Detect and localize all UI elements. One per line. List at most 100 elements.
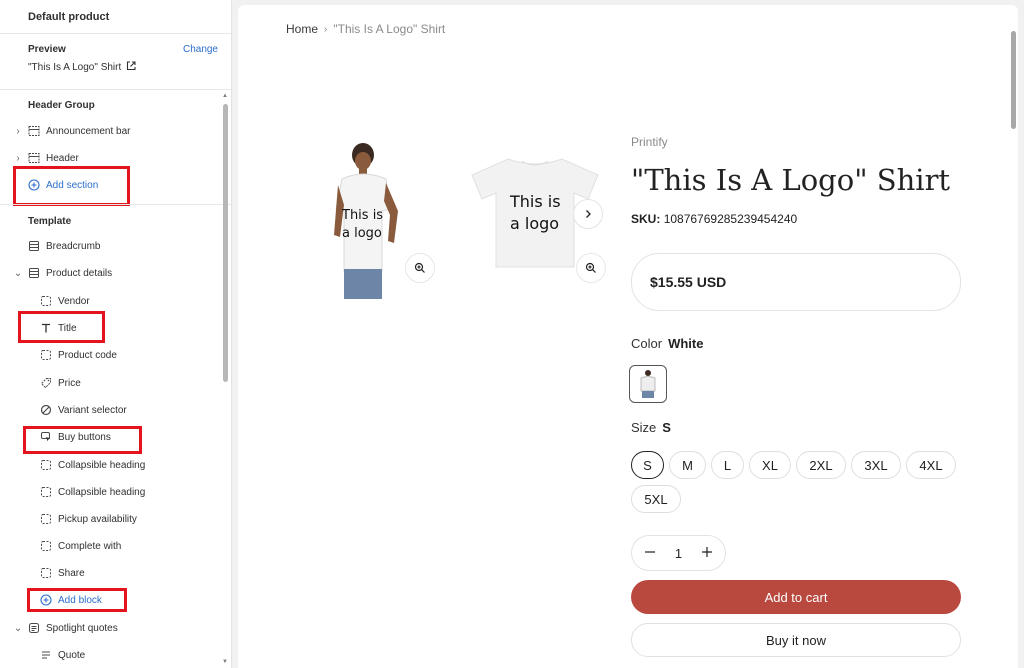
block-collapsible-heading[interactable]: Collapsible heading	[40, 455, 145, 475]
preview-scrollbar-thumb[interactable]	[1011, 31, 1016, 129]
cursor-button-icon	[40, 431, 52, 443]
size-option-4xl[interactable]: 4XL	[906, 451, 956, 479]
block-label: Price	[58, 377, 81, 389]
block-label: Share	[58, 567, 85, 579]
add-section-button[interactable]: Add section	[28, 175, 98, 195]
plus-icon[interactable]	[701, 546, 713, 561]
theme-editor-sidebar: Default product Preview Change "This Is …	[0, 0, 232, 668]
breadcrumb-home-link[interactable]: Home	[286, 22, 318, 36]
minus-icon[interactable]	[644, 546, 656, 561]
scroll-up-arrow-icon[interactable]: ▲	[222, 93, 228, 99]
chevron-right-icon[interactable]: ›	[14, 126, 22, 137]
text-lines-icon	[40, 649, 52, 661]
size-option-2xl[interactable]: 2XL	[796, 451, 846, 479]
section-label: Spotlight quotes	[46, 622, 118, 634]
product-title: "This Is A Logo" Shirt	[631, 163, 951, 197]
preview-product[interactable]: "This Is A Logo" Shirt	[28, 61, 136, 74]
breadcrumb-current: "This Is A Logo" Shirt	[333, 22, 446, 36]
external-link-icon[interactable]	[126, 61, 136, 74]
dashed-square-icon	[40, 513, 52, 525]
chevron-right-icon[interactable]	[573, 199, 603, 229]
header-group-label: Header Group	[28, 100, 95, 111]
product-price: $15.55 USD	[631, 253, 961, 311]
section-layout-icon	[28, 267, 40, 279]
section-product-details[interactable]: ⌄ Product details	[14, 263, 112, 283]
color-value: White	[668, 336, 704, 351]
section-label: Breadcrumb	[46, 240, 101, 252]
block-vendor[interactable]: Vendor	[40, 291, 90, 311]
chevron-down-icon[interactable]: ⌄	[14, 623, 22, 634]
divider	[0, 89, 231, 90]
editor-root: Default product Preview Change "This Is …	[0, 0, 1024, 668]
size-option-xl[interactable]: XL	[749, 451, 791, 479]
sku-value: 10876769285239454240	[663, 212, 798, 226]
breadcrumb: Home › "This Is A Logo" Shirt	[286, 22, 445, 36]
section-breadcrumb[interactable]: Breadcrumb	[28, 236, 100, 256]
quote-section-icon	[28, 622, 40, 634]
block-complete-with[interactable]: Complete with	[40, 536, 121, 556]
section-label: Announcement bar	[46, 125, 131, 137]
block-label: Product code	[58, 349, 117, 361]
block-label: Vendor	[58, 295, 90, 307]
zoom-icon[interactable]	[405, 253, 435, 283]
chevron-right-icon[interactable]: ›	[14, 153, 22, 164]
chevron-right-icon: ›	[324, 23, 328, 35]
block-title[interactable]: Title	[40, 318, 77, 338]
color-label: Color	[631, 336, 663, 351]
shirt-print-line2: a logo	[510, 214, 559, 233]
size-option-m[interactable]: M	[669, 451, 706, 479]
preview-product-name: "This Is A Logo" Shirt	[28, 62, 122, 73]
variant-icon	[40, 404, 52, 416]
block-label: Buy buttons	[58, 431, 111, 443]
scroll-down-arrow-icon[interactable]: ▼	[222, 659, 228, 665]
zoom-icon[interactable]	[576, 253, 606, 283]
divider	[0, 204, 231, 205]
block-buy-buttons[interactable]: Buy buttons	[40, 427, 111, 447]
plus-circle-icon	[40, 594, 52, 606]
preview-change-link[interactable]: Change	[183, 44, 218, 55]
size-option-s[interactable]: S	[631, 451, 664, 479]
buy-now-button[interactable]: Buy it now	[631, 623, 961, 657]
chevron-down-icon[interactable]: ⌄	[14, 268, 22, 279]
dashed-square-icon	[40, 349, 52, 361]
section-label: Product details	[46, 267, 113, 279]
block-pickup-availability[interactable]: Pickup availability	[40, 509, 137, 529]
add-to-cart-button[interactable]: Add to cart	[631, 580, 961, 614]
block-variant-selector[interactable]: Variant selector	[40, 400, 127, 420]
dashed-square-icon	[40, 295, 52, 307]
block-label: Collapsible heading	[58, 459, 146, 471]
shirt-print-line1: This is	[341, 208, 383, 223]
size-option-5xl[interactable]: 5XL	[631, 485, 681, 513]
block-label: Complete with	[58, 540, 122, 552]
section-announcement-bar[interactable]: › Announcement bar	[14, 121, 131, 141]
quantity-stepper[interactable]: 1	[631, 535, 726, 571]
price-tag-icon	[40, 377, 52, 389]
size-option-3xl[interactable]: 3XL	[851, 451, 901, 479]
quantity-value[interactable]: 1	[675, 546, 682, 561]
block-price[interactable]: Price	[40, 373, 81, 393]
size-value: S	[662, 420, 671, 435]
block-label: Pickup availability	[58, 513, 137, 525]
block-quote[interactable]: Quote	[40, 645, 85, 665]
add-section-label: Add section	[46, 179, 99, 191]
block-label: Variant selector	[58, 404, 127, 416]
size-option-l[interactable]: L	[711, 451, 744, 479]
sidebar-scrollbar-thumb[interactable]	[223, 104, 228, 382]
dashed-square-icon	[40, 459, 52, 471]
color-option-label: Color White	[631, 336, 703, 351]
section-header[interactable]: › Header	[14, 148, 79, 168]
sku-label: SKU:	[631, 212, 661, 226]
block-label: Collapsible heading	[58, 486, 146, 498]
block-collapsible-heading[interactable]: Collapsible heading	[40, 482, 145, 502]
shirt-print-line2: a logo	[342, 226, 382, 241]
section-spotlight-quotes[interactable]: ⌄ Spotlight quotes	[14, 618, 118, 638]
color-swatch-white[interactable]	[629, 365, 667, 403]
product-image-model[interactable]: This is a logo	[328, 139, 418, 299]
storefront-preview: Home › "This Is A Logo" Shirt This is a …	[238, 5, 1018, 668]
block-share[interactable]: Share	[40, 563, 85, 583]
block-product-code[interactable]: Product code	[40, 345, 117, 365]
add-block-button[interactable]: Add block	[40, 590, 102, 610]
block-label: Title	[58, 322, 77, 334]
template-label: Template	[28, 216, 72, 227]
section-label: Header	[46, 152, 79, 164]
